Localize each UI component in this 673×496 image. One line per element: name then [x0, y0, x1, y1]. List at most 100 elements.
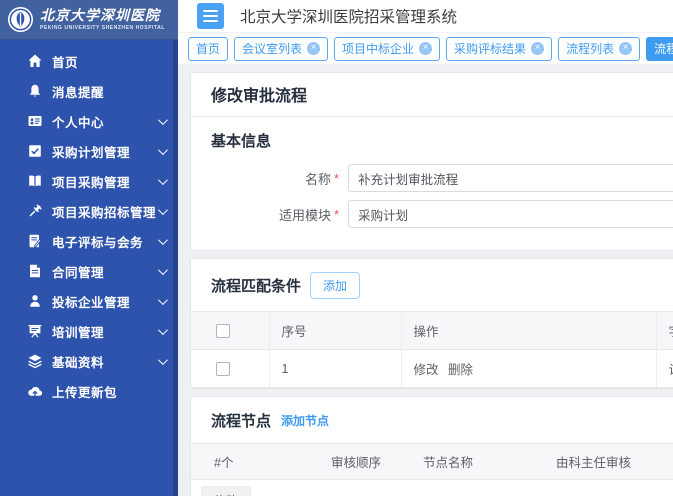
- sidebar-item-label: 个人中心: [52, 112, 158, 131]
- hospital-logo-band: 北京大学深圳医院 PEKING UNIVERSITY SHENZHEN HOSP…: [0, 0, 178, 40]
- hospital-subtitle: PEKING UNIVERSITY SHENZHEN HOSPITAL: [40, 26, 165, 31]
- section-title-basic-info: 基本信息: [211, 130, 271, 151]
- table-header-row: #个 审核顺序 节点名称 由科主任审核: [191, 444, 673, 480]
- tab-label: 会议室列表: [242, 40, 302, 57]
- close-icon[interactable]: [307, 42, 320, 55]
- tab-process-list[interactable]: 流程列表: [558, 37, 640, 61]
- chevron-down-icon: [158, 175, 168, 185]
- column-header-actions: #个: [191, 444, 311, 480]
- sidebar-item-project-purchase-mgmt[interactable]: 项目采购管理: [0, 166, 178, 196]
- tab-label: 采购评标结果: [454, 40, 526, 57]
- cell-dept-head-review: 是: [536, 480, 673, 496]
- column-header-review-order: 审核顺序: [311, 444, 403, 480]
- top-header: 北京大学深圳医院招采管理系统: [178, 0, 673, 33]
- sidebar-item-home[interactable]: 首页: [0, 46, 178, 76]
- menu-toggle-button[interactable]: [197, 3, 224, 29]
- close-icon[interactable]: [531, 42, 544, 55]
- book-icon: [27, 173, 43, 189]
- column-header-seq: 序号: [269, 312, 401, 350]
- required-asterisk: *: [334, 171, 339, 186]
- match-conditions-table: 序号 操作 字 1 修改 删除 计: [191, 311, 673, 388]
- sidebar-item-label: 项目采购招标管理: [52, 202, 158, 221]
- required-asterisk: *: [334, 207, 339, 222]
- sidebar-item-label: 电子评标与会务: [52, 232, 158, 251]
- gavel-icon: [27, 203, 43, 219]
- contract-icon: [27, 263, 43, 279]
- card-match-conditions: 流程匹配条件 添加 序号 操作 字 1: [190, 258, 673, 389]
- sidebar-item-label: 采购计划管理: [52, 142, 158, 161]
- hospital-logo-icon: [7, 6, 34, 33]
- card-edit-approval-process: 修改审批流程 基本信息 名称 * 适用模块 *: [190, 72, 673, 251]
- section-title-process-nodes: 流程节点: [211, 410, 271, 431]
- sidebar-item-contract-mgmt[interactable]: 合同管理: [0, 256, 178, 286]
- select-all-checkbox[interactable]: [216, 324, 230, 338]
- sidebar-item-label: 上传更新包: [52, 382, 165, 401]
- row-checkbox[interactable]: [216, 362, 230, 376]
- table-row: 1 修改 删除 计: [191, 350, 673, 388]
- table-row: 修改删除 1 科主任意见 是: [191, 480, 673, 496]
- tab-label: 流程列表: [566, 40, 614, 57]
- add-condition-button[interactable]: 添加: [310, 272, 360, 299]
- sidebar-item-messages[interactable]: 消息提醒: [0, 76, 178, 106]
- hamburger-icon: [203, 10, 218, 12]
- sidebar-item-e-evaluation[interactable]: 电子评标与会务: [0, 226, 178, 256]
- page-title: 修改审批流程: [191, 73, 673, 117]
- main-content: 修改审批流程 基本信息 名称 * 适用模块 *: [178, 64, 673, 496]
- sidebar-item-label: 项目采购管理: [52, 172, 158, 191]
- doc-edit-icon: [27, 233, 43, 249]
- tab-label: 流程: [654, 40, 673, 57]
- tab-label: 首页: [196, 40, 220, 57]
- sidebar-item-project-bidding-mgmt[interactable]: 项目采购招标管理: [0, 196, 178, 226]
- close-icon[interactable]: [619, 42, 632, 55]
- chevron-down-icon: [158, 115, 168, 125]
- add-node-link[interactable]: 添加节点: [281, 412, 329, 429]
- user-icon: [27, 293, 43, 309]
- cell-node-name: 科主任意见: [403, 480, 536, 496]
- cell-field: 计: [656, 350, 673, 388]
- app-window: 北京大学深圳医院 PEKING UNIVERSITY SHENZHEN HOSP…: [0, 0, 673, 496]
- sidebar-item-label: 培训管理: [52, 322, 158, 341]
- app-title: 北京大学深圳医院招采管理系统: [240, 5, 457, 27]
- presentation-icon: [27, 323, 43, 339]
- applicable-module-field[interactable]: [348, 200, 673, 228]
- card-process-nodes: 流程节点 添加节点 #个 审核顺序 节点名称 由科主任审核 修改删除: [190, 396, 673, 496]
- chevron-down-icon: [158, 295, 168, 305]
- sidebar-item-label: 合同管理: [52, 262, 158, 281]
- tab-label: 项目中标企业: [342, 40, 414, 57]
- chevron-down-icon: [158, 205, 168, 215]
- chevron-down-icon: [158, 145, 168, 155]
- sidebar-item-bidder-company-mgmt[interactable]: 投标企业管理: [0, 286, 178, 316]
- column-header-node-name: 节点名称: [403, 444, 536, 480]
- tab-process[interactable]: 流程: [646, 37, 673, 61]
- tab-purchase-evaluation-results[interactable]: 采购评标结果: [446, 37, 552, 61]
- module-field-label: 适用模块: [211, 205, 331, 224]
- chevron-down-icon: [158, 325, 168, 335]
- form-row-module: 适用模块 *: [211, 200, 673, 228]
- hospital-name-block: 北京大学深圳医院 PEKING UNIVERSITY SHENZHEN HOSP…: [40, 9, 165, 31]
- id-card-icon: [27, 113, 43, 129]
- cell-actions: 修改 删除: [401, 350, 656, 388]
- section-title-match-conditions: 流程匹配条件: [211, 275, 301, 296]
- name-field[interactable]: [348, 164, 673, 192]
- cloud-upload-icon: [27, 383, 43, 399]
- cell-review-order: 1: [311, 480, 403, 496]
- sidebar-item-upload-update-package[interactable]: 上传更新包: [0, 376, 178, 406]
- close-icon[interactable]: [419, 42, 432, 55]
- edit-button[interactable]: 修改: [201, 486, 251, 496]
- cell-seq: 1: [269, 350, 401, 388]
- sidebar-item-base-data[interactable]: 基础资料: [0, 346, 178, 376]
- table-header-row: 序号 操作 字: [191, 312, 673, 350]
- sidebar-item-purchase-plan-mgmt[interactable]: 采购计划管理: [0, 136, 178, 166]
- column-header-actions: 操作: [401, 312, 656, 350]
- sidebar-item-personal-center[interactable]: 个人中心: [0, 106, 178, 136]
- tab-home[interactable]: 首页: [188, 37, 228, 61]
- edit-link[interactable]: 修改: [414, 363, 439, 377]
- bell-icon: [27, 83, 43, 99]
- tab-project-winning-companies[interactable]: 项目中标企业: [334, 37, 440, 61]
- sidebar-item-training-mgmt[interactable]: 培训管理: [0, 316, 178, 346]
- delete-link[interactable]: 删除: [448, 363, 473, 377]
- chevron-down-icon: [158, 235, 168, 245]
- column-header-dept-head-review: 由科主任审核: [536, 444, 673, 480]
- tab-meeting-room-list[interactable]: 会议室列表: [234, 37, 328, 61]
- column-header-field: 字: [656, 312, 673, 350]
